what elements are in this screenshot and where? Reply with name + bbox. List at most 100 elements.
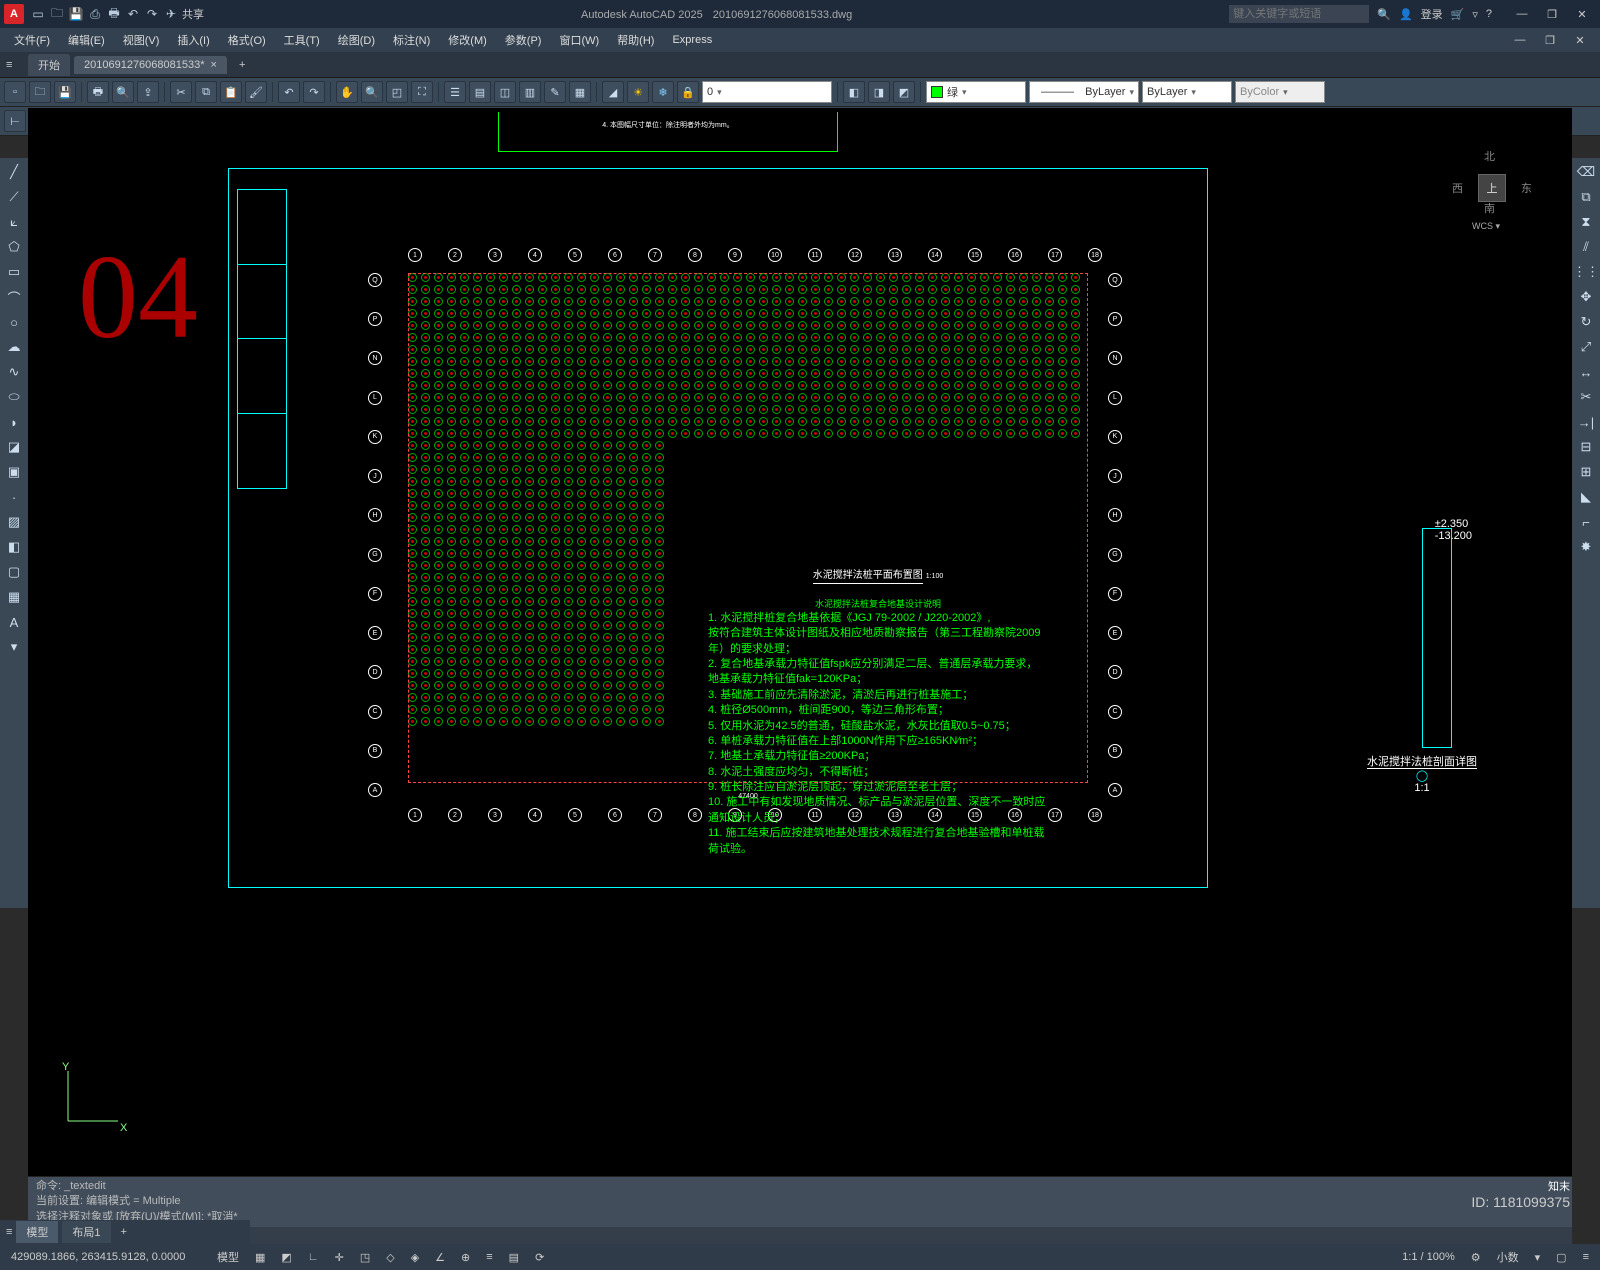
plotstyle-combo[interactable]: ByColor▾ [1235, 81, 1325, 103]
qcalc-icon[interactable]: ▦ [569, 81, 591, 103]
copy3-icon[interactable]: ⧉ [1574, 185, 1598, 209]
grid-toggle[interactable]: ▦ [250, 1249, 270, 1266]
drawing-canvas[interactable]: 4. 本图幅尺寸单位：除注明者外均为mm。 04 123456789101112… [28, 108, 1572, 1214]
menu-edit[interactable]: 编辑(E) [60, 30, 113, 50]
fillet2-icon[interactable]: ⌐ [1574, 510, 1598, 534]
dyn-toggle[interactable]: ⊕ [456, 1249, 475, 1266]
plot-icon[interactable]: 🖶 [87, 81, 109, 103]
units-readout[interactable]: 小数 [1492, 1247, 1524, 1267]
move2-icon[interactable]: ✥ [1574, 285, 1598, 309]
menu-express[interactable]: Express [664, 32, 720, 48]
qat-share-label[interactable]: 共享 [182, 6, 204, 22]
modelspace-toggle[interactable]: 模型 [212, 1247, 244, 1267]
viewcube-west[interactable]: 西 [1452, 180, 1463, 196]
polygon-icon[interactable]: ⬠ [2, 235, 26, 259]
dcenter-icon[interactable]: ▤ [469, 81, 491, 103]
app-logo[interactable]: A [4, 4, 24, 24]
viewcube-north[interactable]: 北 [1484, 148, 1495, 164]
polar-toggle[interactable]: ✛ [330, 1249, 349, 1266]
doc-close-button[interactable]: ✕ [1566, 30, 1594, 50]
zoomwin-icon[interactable]: ◰ [386, 81, 408, 103]
qat-redo-icon[interactable]: ↷ [144, 6, 160, 22]
lineweight-combo[interactable]: ByLayer▾ [1142, 81, 1232, 103]
undo2-icon[interactable]: ↶ [278, 81, 300, 103]
command-window[interactable]: 命令: _textedit 当前设置: 编辑模式 = Multiple 选择注释… [28, 1176, 1572, 1244]
qat-saveas-icon[interactable]: ⎙ [87, 6, 103, 22]
menu-dimension[interactable]: 标注(N) [385, 30, 438, 50]
tab-document[interactable]: 201069127606808​1533* × [74, 56, 227, 74]
lwt-toggle[interactable]: ≡ [481, 1249, 497, 1265]
layer-color-combo[interactable]: 绿▾ [926, 81, 1026, 103]
osnap-toggle[interactable]: ◇ [381, 1249, 399, 1266]
sun-icon[interactable]: ☀ [627, 81, 649, 103]
linetype-combo[interactable]: ———ByLayer▾ [1029, 81, 1139, 103]
dim-linear-icon[interactable]: ⊢ [4, 110, 26, 132]
ortho-toggle[interactable]: ∟ [303, 1249, 324, 1265]
props-icon[interactable]: ☰ [444, 81, 466, 103]
command-line[interactable]: ▸▹ [28, 1227, 1572, 1244]
preview-icon[interactable]: 🔍 [112, 81, 134, 103]
layiso-icon[interactable]: ◨ [868, 81, 890, 103]
ellarc-icon[interactable]: ◗ [2, 410, 26, 434]
revcloud-icon[interactable]: ☁ [2, 335, 26, 359]
freeze-icon[interactable]: ❄ [652, 81, 674, 103]
menu-view[interactable]: 视图(V) [115, 30, 168, 50]
offset2-icon[interactable]: ⫽ [1574, 235, 1598, 259]
erase2-icon[interactable]: ⌫ [1574, 160, 1598, 184]
zoomext-icon[interactable]: ⛶ [411, 81, 433, 103]
iso-toggle[interactable]: ◳ [355, 1249, 375, 1266]
qat-open-icon[interactable]: 🗀 [49, 6, 65, 22]
gear-icon[interactable]: ⚙ [1466, 1249, 1486, 1266]
command-input[interactable] [51, 1230, 1566, 1242]
coordinates-readout[interactable]: 429089.1866, 263415.9128, 0.0000 [6, 1249, 206, 1265]
pan-icon[interactable]: ✋ [336, 81, 358, 103]
menu-modify[interactable]: 修改(M) [440, 30, 495, 50]
menu-draw[interactable]: 绘图(D) [330, 30, 383, 50]
view-cube[interactable]: 北 西 东 南 上 WCS ▾ [1452, 148, 1532, 228]
explode2-icon[interactable]: ✸ [1574, 535, 1598, 559]
xline-icon[interactable]: ⟋ [2, 185, 26, 209]
match-icon[interactable]: 🖌 [245, 81, 267, 103]
gradient-icon[interactable]: ◧ [2, 535, 26, 559]
user-icon[interactable]: 👤 [1399, 8, 1413, 21]
snap-toggle[interactable]: ◩ [276, 1249, 296, 1266]
menu-window[interactable]: 窗口(W) [551, 30, 607, 50]
lock-icon[interactable]: 🔒 [677, 81, 699, 103]
ellipse-icon[interactable]: ⬭ [2, 385, 26, 409]
new-icon[interactable]: ▫ [4, 81, 26, 103]
addsel-icon[interactable]: ▾ [2, 635, 26, 659]
trim2-icon[interactable]: ✂ [1574, 385, 1598, 409]
cycling-toggle[interactable]: ⟳ [530, 1249, 549, 1266]
3dosnap-toggle[interactable]: ◈ [406, 1249, 424, 1266]
redo2-icon[interactable]: ↷ [303, 81, 325, 103]
tab-close-icon[interactable]: × [211, 59, 217, 71]
menu-help[interactable]: 帮助(H) [609, 30, 662, 50]
menu-tools[interactable]: 工具(T) [276, 30, 328, 50]
otrack-toggle[interactable]: ∠ [430, 1249, 450, 1266]
extend2-icon[interactable]: →| [1574, 410, 1598, 434]
search-icon[interactable]: 🔍 [1377, 8, 1391, 21]
array2-icon[interactable]: ⋮⋮ [1574, 260, 1598, 284]
qat-plot-icon[interactable]: 🖶 [106, 6, 122, 22]
stretch-icon[interactable]: ↔ [1574, 360, 1598, 384]
zoom-icon[interactable]: 🔍 [361, 81, 383, 103]
minimize-button[interactable]: — [1508, 4, 1536, 24]
mtext2-icon[interactable]: A [2, 610, 26, 634]
break-icon[interactable]: ⊟ [1574, 435, 1598, 459]
markup-icon[interactable]: ✎ [544, 81, 566, 103]
menu-parametric[interactable]: 参数(P) [497, 30, 550, 50]
close-button[interactable]: ✕ [1568, 4, 1596, 24]
paste-icon[interactable]: 📋 [220, 81, 242, 103]
block2-icon[interactable]: ▣ [2, 460, 26, 484]
qat-new-icon[interactable]: ▭ [30, 6, 46, 22]
login-label[interactable]: 登录 [1421, 6, 1443, 22]
rect-icon[interactable]: ▭ [2, 260, 26, 284]
hatch2-icon[interactable]: ▨ [2, 510, 26, 534]
viewcube-east[interactable]: 东 [1521, 180, 1532, 196]
copy-icon[interactable]: ⧉ [195, 81, 217, 103]
cart-icon[interactable]: 🛒 [1451, 8, 1465, 21]
spline-icon[interactable]: ∿ [2, 360, 26, 384]
rotate2-icon[interactable]: ↻ [1574, 310, 1598, 334]
doc-maximize-button[interactable]: ❐ [1536, 30, 1564, 50]
menu-insert[interactable]: 插入(I) [169, 30, 217, 50]
